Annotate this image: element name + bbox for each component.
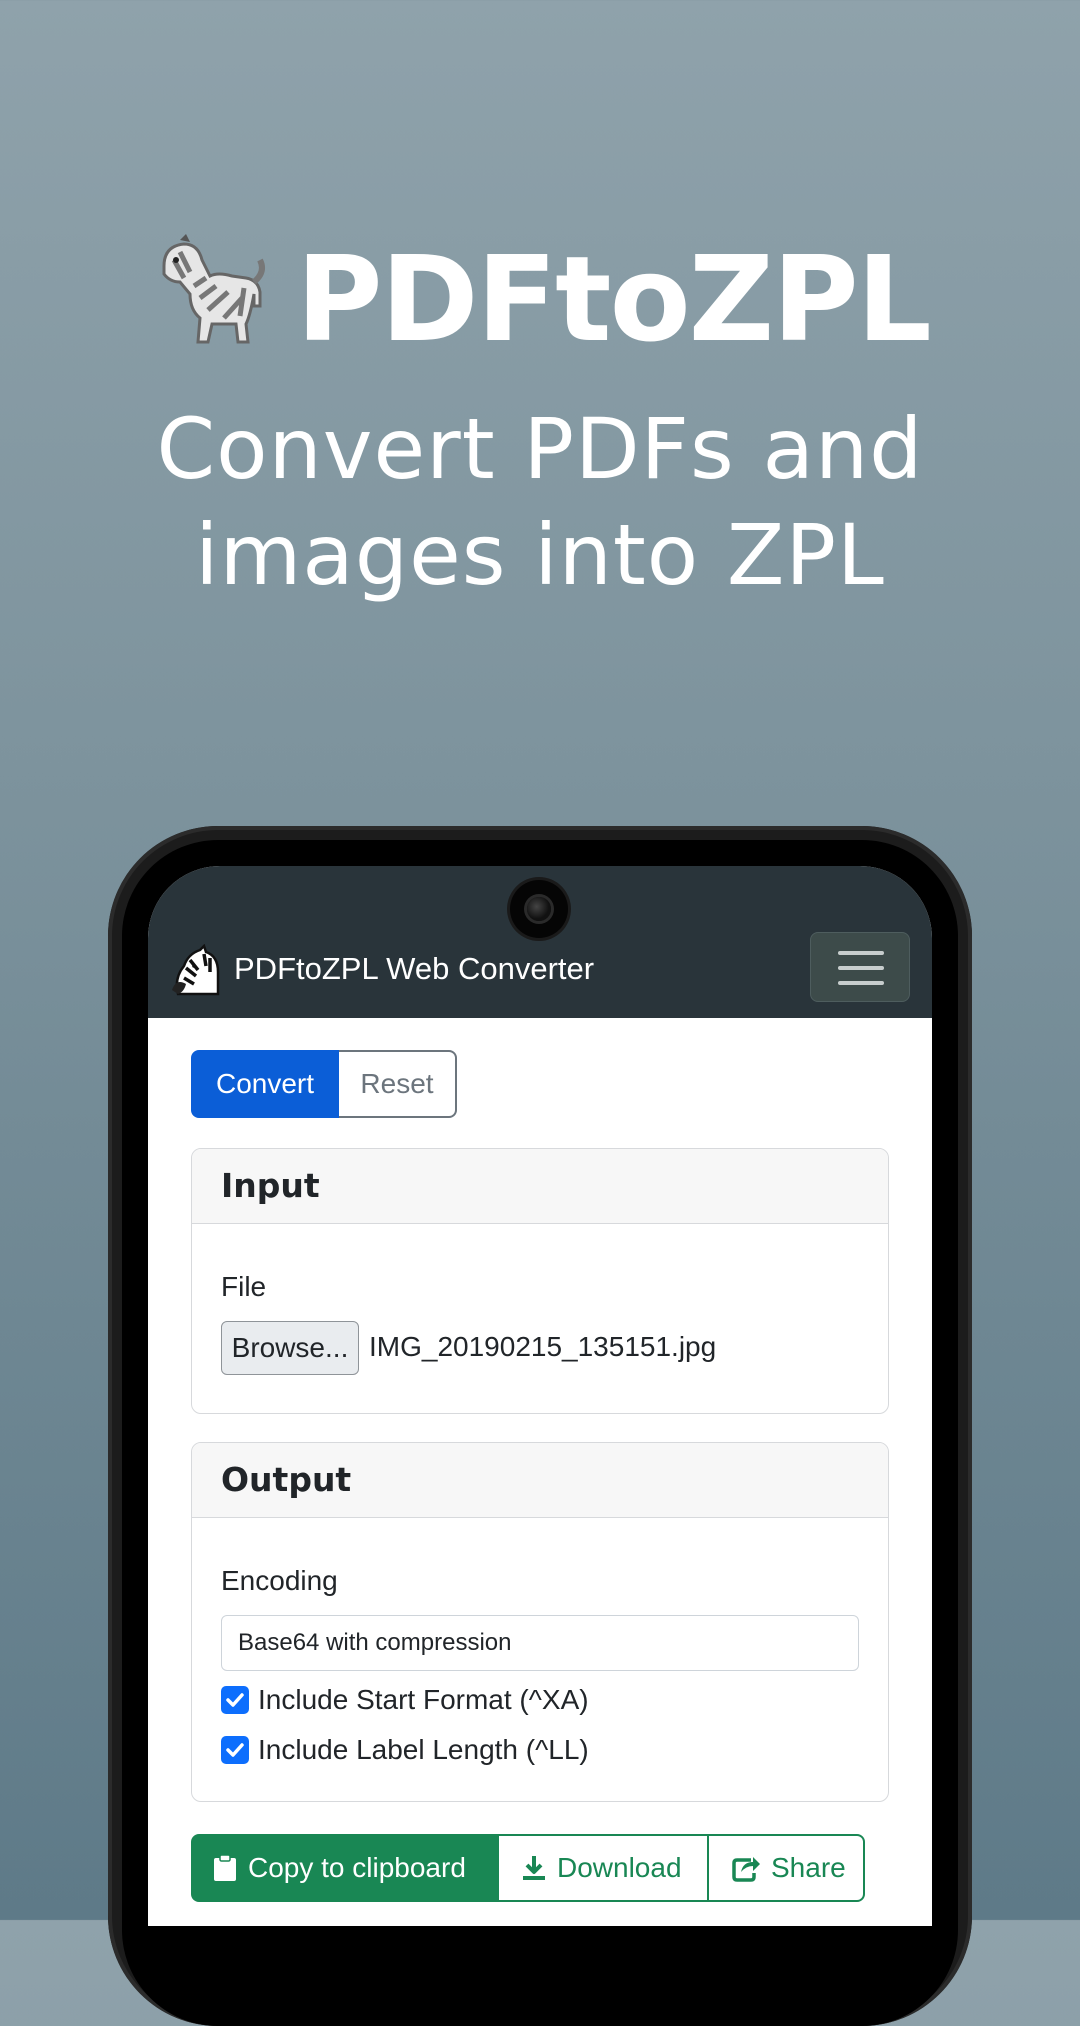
- output-actions: Copy to clipboard Download Share: [191, 1834, 865, 1902]
- encoding-label: Encoding: [221, 1565, 338, 1596]
- selected-file-name: IMG_20190215_135151.jpg: [369, 1331, 717, 1362]
- file-label: File: [221, 1271, 267, 1302]
- start-format-label: Include Start Format (^XA): [258, 1684, 589, 1715]
- label-length-checkbox[interactable]: [221, 1736, 249, 1764]
- encoding-select[interactable]: Base64 with compression: [221, 1615, 859, 1671]
- input-card: Input File Browse... IMG_20190215_135151…: [191, 1148, 889, 1414]
- copy-to-clipboard-button[interactable]: Copy to clipboard: [191, 1834, 499, 1902]
- copy-button-label: Copy to clipboard: [248, 1852, 466, 1883]
- download-icon: [523, 1856, 545, 1880]
- output-card-title: Output: [192, 1443, 888, 1518]
- mode-tabs: Convert Reset: [191, 1050, 457, 1118]
- label-length-option[interactable]: Include Label Length (^LL): [221, 1734, 589, 1766]
- browse-button[interactable]: Browse...: [221, 1321, 359, 1375]
- checkmark-icon: [226, 1693, 244, 1707]
- convert-tab[interactable]: Convert: [191, 1050, 339, 1118]
- app-name: PDFtoZPL: [296, 230, 932, 368]
- front-camera: [510, 880, 568, 938]
- share-icon: [732, 1857, 760, 1882]
- hamburger-menu-icon: [838, 951, 884, 955]
- clipboard-icon: [214, 1854, 236, 1881]
- hero-subtitle: Convert PDFs and images into ZPL: [156, 400, 924, 604]
- checkmark-icon: [226, 1743, 244, 1757]
- download-button[interactable]: Download: [499, 1834, 709, 1902]
- share-button[interactable]: Share: [709, 1834, 865, 1902]
- hamburger-line: [838, 981, 884, 985]
- label-length-label: Include Label Length (^LL): [258, 1734, 589, 1765]
- output-card: Output Encoding Base64 with compression …: [191, 1442, 889, 1802]
- share-button-label: Share: [771, 1852, 846, 1883]
- zebra-head-icon[interactable]: [170, 943, 222, 996]
- zebra-icon: [150, 232, 268, 372]
- start-format-checkbox[interactable]: [221, 1686, 249, 1714]
- navbar-brand[interactable]: PDFtoZPL Web Converter: [234, 946, 594, 992]
- start-format-option[interactable]: Include Start Format (^XA): [221, 1684, 589, 1716]
- reset-tab[interactable]: Reset: [339, 1050, 457, 1118]
- phone-screen: PDFtoZPL Web Converter Convert Reset Inp…: [148, 866, 932, 1926]
- navbar-toggler-button[interactable]: [810, 932, 910, 1002]
- hero-title: PDFtoZPL: [0, 232, 1080, 372]
- download-button-label: Download: [557, 1852, 682, 1883]
- input-card-title: Input: [192, 1149, 888, 1224]
- navbar: PDFtoZPL Web Converter: [148, 866, 932, 1018]
- hamburger-line: [838, 966, 884, 970]
